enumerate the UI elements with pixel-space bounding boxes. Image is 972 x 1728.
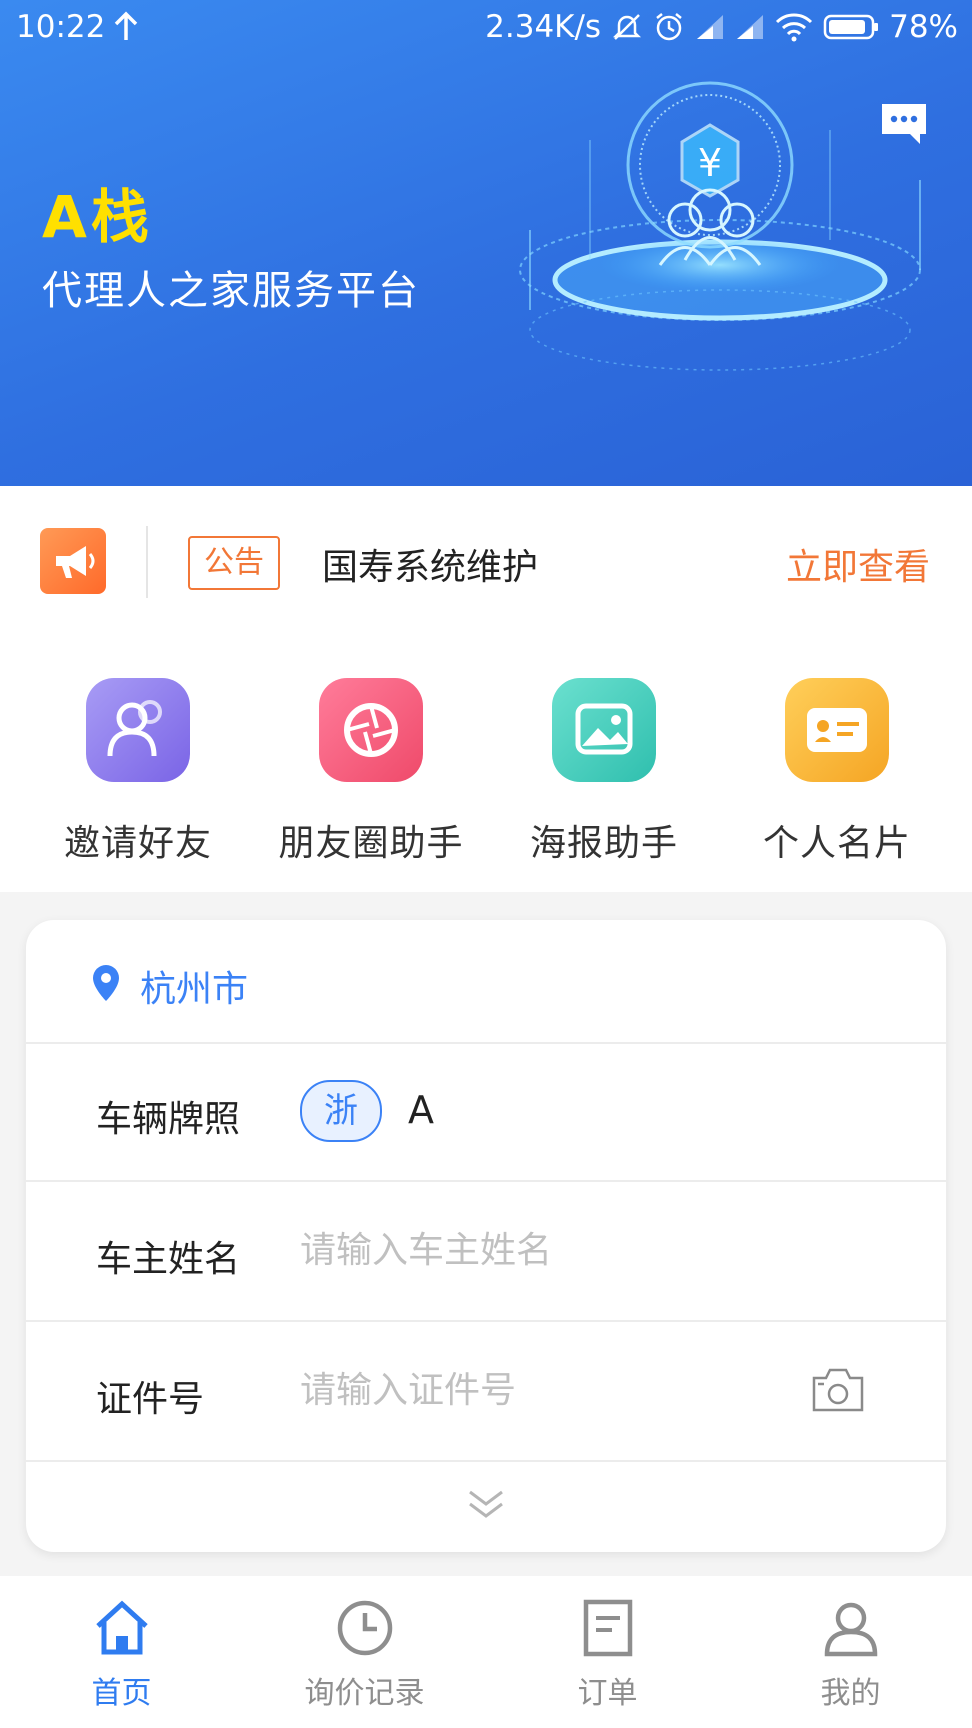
signal-icon-2	[737, 15, 764, 39]
invite-friends-button[interactable]: 邀请好友	[18, 678, 258, 866]
notice-tag: 公告	[188, 536, 280, 590]
owner-label: 车主姓名	[96, 1239, 241, 1280]
tab-inquiry-history[interactable]: 询价记录	[243, 1598, 486, 1712]
tab-mine[interactable]: 我的	[729, 1598, 972, 1712]
quote-form-card: 杭州市 车辆牌照 浙 A 车主姓名 证件号	[26, 920, 946, 1552]
city-selector[interactable]: 杭州市	[26, 920, 946, 1044]
status-time: 10:22	[16, 9, 106, 45]
alarm-icon	[656, 13, 682, 41]
owner-row: 车主姓名	[26, 1182, 946, 1322]
header-banner: 10:22 2.34K/s 78% A栈 代理人之家服务平台 ¥	[0, 0, 972, 486]
business-card-icon	[785, 678, 889, 782]
brand-title: A栈	[42, 183, 153, 251]
location-pin-icon	[93, 965, 119, 1001]
notice-divider	[146, 526, 148, 598]
poster-assistant-label: 海报助手	[529, 823, 678, 864]
battery-level: 78%	[889, 9, 958, 45]
plate-row: 车辆牌照 浙 A	[26, 1042, 946, 1182]
view-now-link[interactable]: 立即查看	[786, 538, 930, 590]
quick-actions: 邀请好友 朋友圈助手 海报助手 个人名片	[0, 636, 972, 892]
camera-icon[interactable]	[810, 1364, 866, 1414]
plate-province-selector[interactable]: 浙	[300, 1080, 382, 1142]
clock-icon	[337, 1600, 392, 1656]
moments-assistant-label: 朋友圈助手	[278, 823, 464, 864]
user-icon	[824, 1602, 877, 1657]
brand-subtitle: 代理人之家服务平台	[42, 268, 420, 314]
id-label: 证件号	[96, 1379, 205, 1420]
owner-name-input[interactable]	[300, 1218, 780, 1282]
status-indicators: 2.34K/s 78%	[485, 9, 958, 45]
business-card-button[interactable]: 个人名片	[717, 678, 957, 866]
chevron-down-icon	[469, 1490, 503, 1518]
notice-text: 国寿系统维护	[322, 547, 539, 588]
upload-arrow-icon	[114, 11, 138, 40]
svg-text:¥: ¥	[698, 141, 722, 185]
tab-mine-label: 我的	[820, 1676, 881, 1711]
id-row: 证件号	[26, 1322, 946, 1462]
tab-home[interactable]: 首页	[0, 1598, 243, 1712]
poster-assistant-button[interactable]: 海报助手	[484, 678, 724, 866]
bottom-tab-bar: 首页 询价记录 订单 我的	[0, 1576, 972, 1728]
expand-more[interactable]	[26, 1460, 946, 1552]
megaphone-icon	[40, 528, 106, 594]
tab-orders[interactable]: 订单	[486, 1598, 729, 1712]
moments-assistant-icon	[319, 678, 423, 782]
business-card-label: 个人名片	[762, 823, 911, 864]
mute-bell-icon	[613, 14, 642, 40]
status-bar: 10:22 2.34K/s 78%	[0, 0, 972, 56]
home-icon	[95, 1600, 148, 1655]
poster-assistant-icon	[552, 678, 656, 782]
city-name: 杭州市	[140, 969, 249, 1010]
moments-assistant-button[interactable]: 朋友圈助手	[251, 678, 491, 866]
invite-friends-label: 邀请好友	[63, 823, 212, 864]
plate-label: 车辆牌照	[96, 1099, 241, 1140]
id-number-input[interactable]	[300, 1358, 780, 1422]
tab-orders-label: 订单	[577, 1676, 638, 1711]
hero-illustration: ¥	[519, 81, 921, 371]
signal-icon	[697, 15, 724, 39]
plate-number[interactable]: A	[408, 1088, 434, 1132]
tab-home-label: 首页	[91, 1676, 152, 1711]
tab-inquiry-label: 询价记录	[304, 1676, 425, 1711]
notice-bar[interactable]: 公告 国寿系统维护 立即查看	[0, 486, 972, 638]
battery-icon	[823, 14, 879, 40]
wifi-icon	[776, 13, 813, 42]
network-speed: 2.34K/s	[485, 9, 602, 45]
invite-friends-icon	[86, 678, 190, 782]
order-icon	[583, 1599, 632, 1657]
